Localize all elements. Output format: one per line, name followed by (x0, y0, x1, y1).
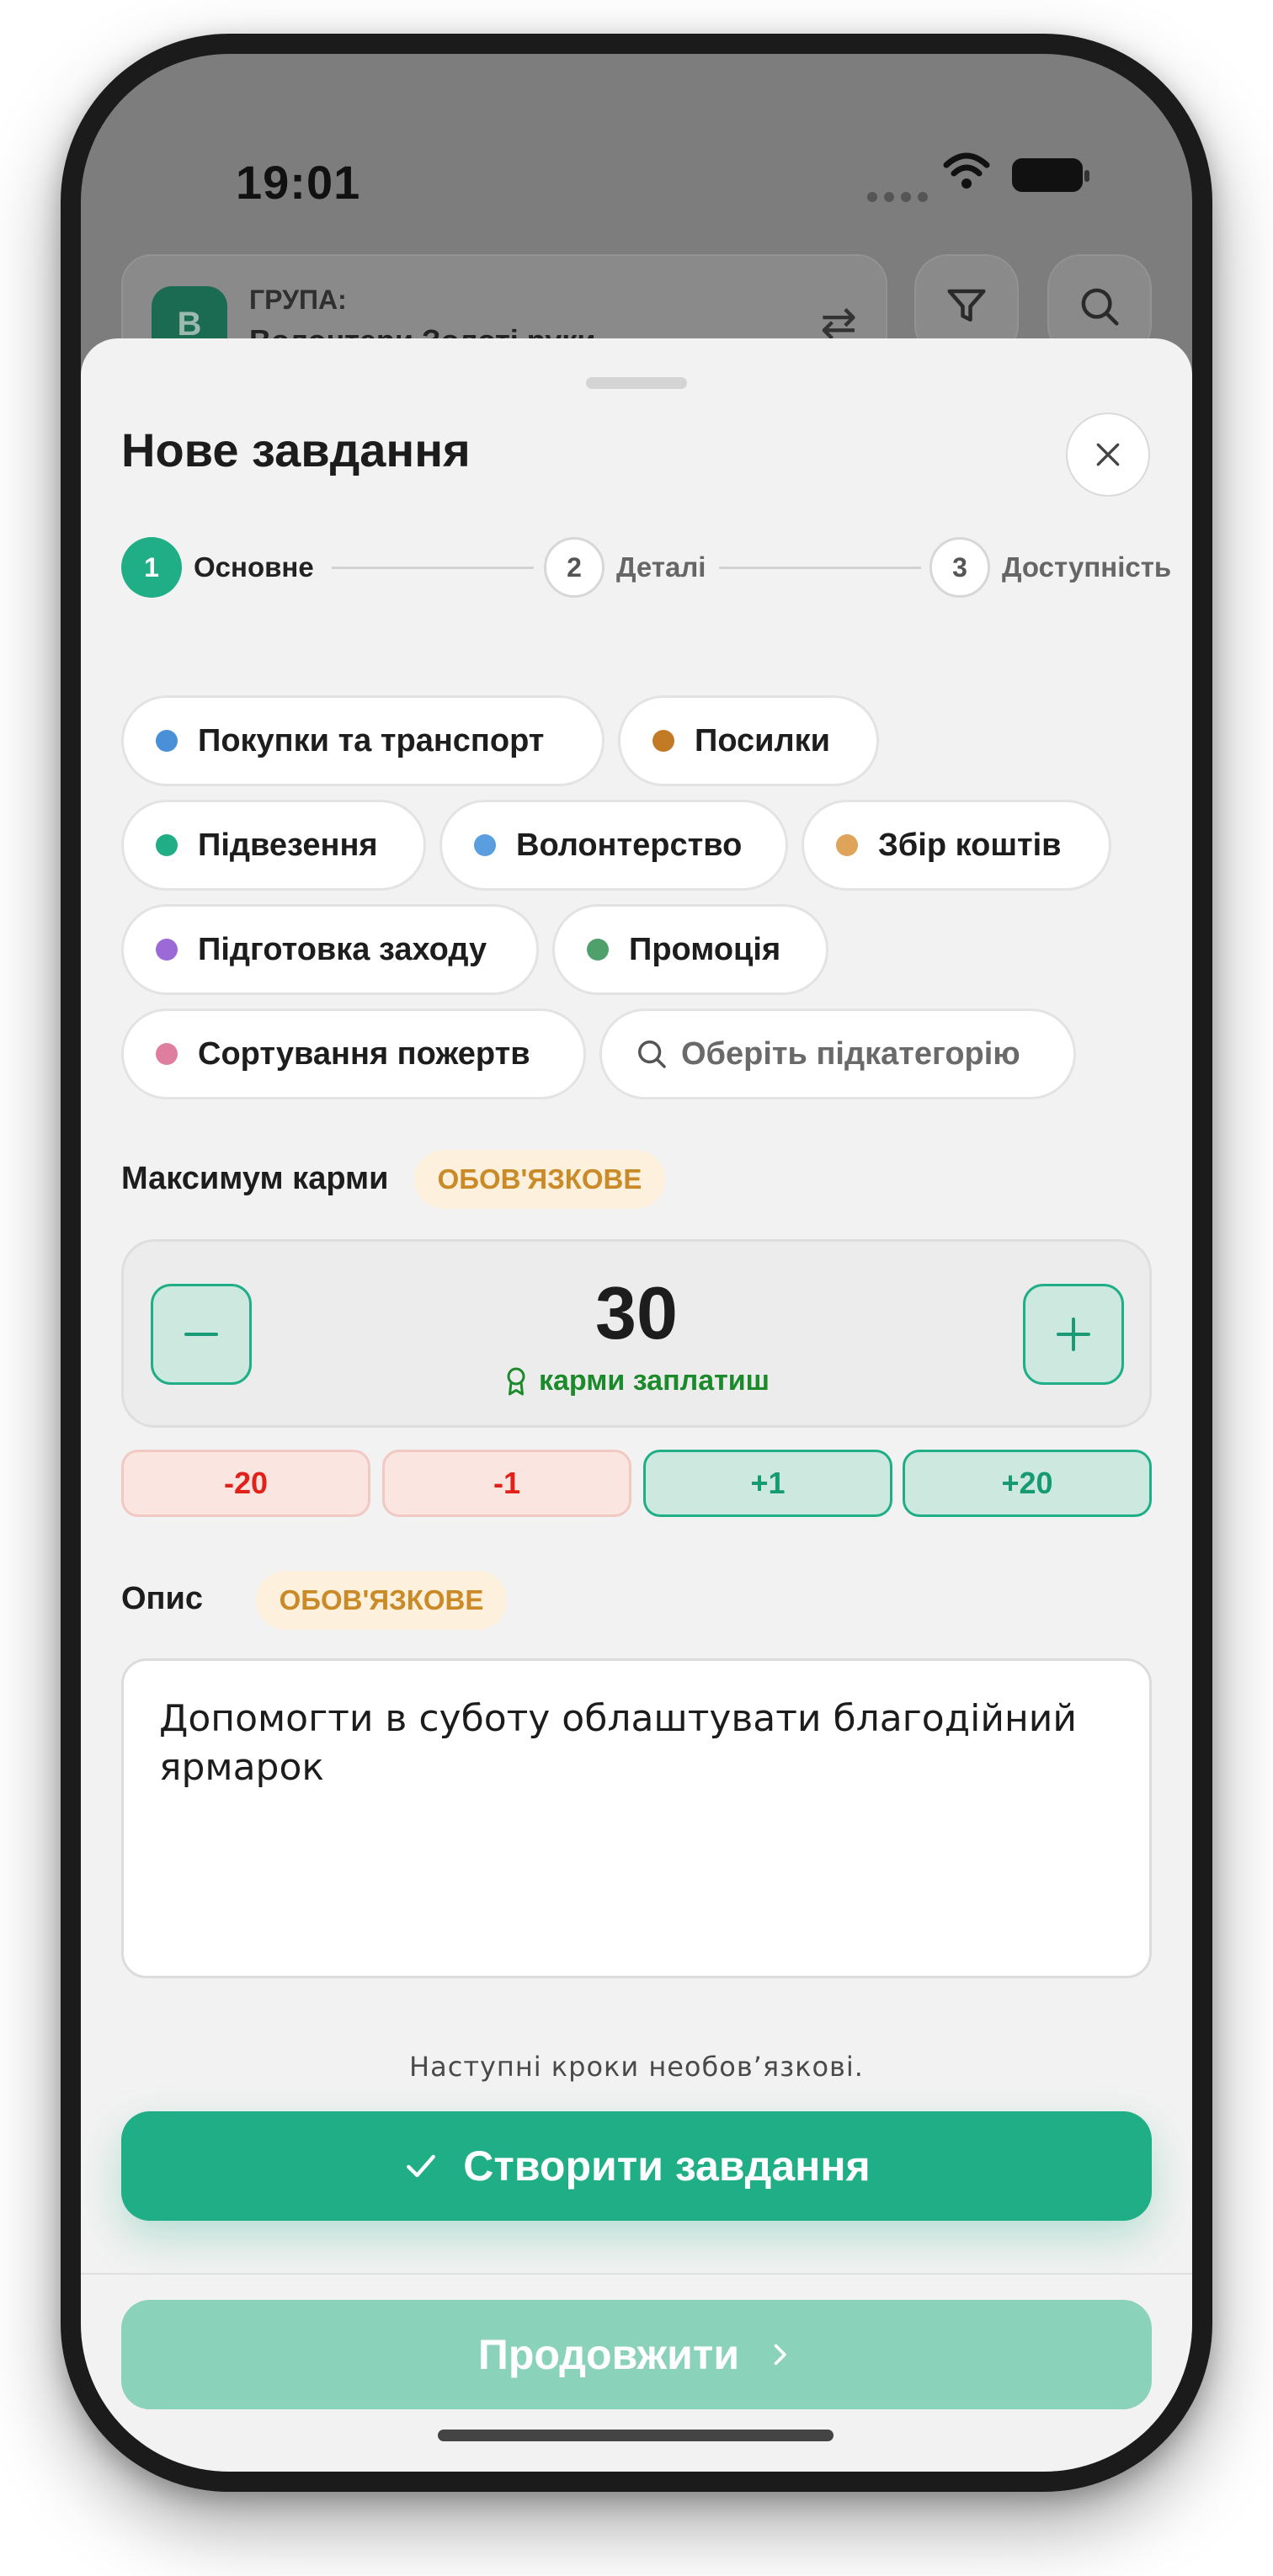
search-icon (638, 1041, 666, 1068)
screen: 19:01 В ГРУПА: Волонтери Золоті руки ⇄ Н… (81, 54, 1192, 2472)
status-time: 19:01 (236, 156, 361, 209)
step-accessibility[interactable]: 3 Доступність (929, 537, 1171, 598)
step-label: Доступність (1002, 551, 1172, 583)
category-chip-shopping[interactable]: Покупки та транспорт (121, 695, 605, 786)
description-label: Опис (121, 1581, 204, 1616)
category-chip-parcels[interactable]: Посилки (618, 695, 879, 786)
subcategory-search-chip[interactable]: Оберіть підкатегорію (599, 1009, 1076, 1099)
sheet-title: Нове завдання (121, 423, 471, 476)
step-label: Основне (194, 551, 314, 583)
chip-label: Підготовка заходу (198, 931, 487, 967)
footer-divider (81, 2273, 1192, 2275)
category-chip-volunteering[interactable]: Волонтерство (439, 800, 788, 891)
search-icon (1081, 288, 1119, 326)
step-number: 2 (544, 537, 605, 598)
karma-caption: карми заплатиш (124, 1365, 1149, 1397)
karma-label: Максимум карми (121, 1161, 389, 1196)
karma-increment-button[interactable] (1023, 1284, 1124, 1385)
description-textarea[interactable]: Допомогти в суботу облаштувати благодійн… (121, 1658, 1152, 1978)
karma-plus-1-button[interactable]: +1 (643, 1450, 892, 1517)
award-icon (507, 1367, 525, 1395)
plus-icon (1057, 1317, 1090, 1351)
chip-label: Сортування пожертв (198, 1035, 530, 1072)
filter-icon (947, 289, 986, 322)
step-indicator: 1 Основне 2 Деталі 3 Доступність (121, 537, 1171, 601)
step-label: Деталі (616, 551, 706, 583)
category-dot (156, 730, 178, 752)
continue-button[interactable]: Продовжити (121, 2300, 1152, 2409)
step-details[interactable]: 2 Деталі (544, 537, 706, 598)
chip-label: Підвезення (198, 827, 378, 863)
wifi-icon (943, 152, 990, 189)
description-required-badge: ОБОВ'ЯЗКОВЕ (256, 1571, 507, 1630)
category-chip-rides[interactable]: Підвезення (121, 800, 426, 891)
continue-label: Продовжити (477, 2331, 740, 2378)
karma-minus-1-button[interactable]: -1 (382, 1450, 631, 1517)
karma-caption-text: карми заплатиш (538, 1365, 770, 1397)
category-dot (836, 834, 858, 856)
step-connector (332, 567, 534, 569)
step-number: 3 (929, 537, 990, 598)
karma-value: 30 (595, 1271, 678, 1355)
category-dot (474, 834, 496, 856)
chip-label: Волонтерство (516, 827, 743, 863)
create-task-button[interactable]: Створити завдання (121, 2111, 1152, 2221)
karma-stepper: 30 карми заплатиш (121, 1239, 1152, 1428)
karma-required-badge: ОБОВ'ЯЗКОВЕ (414, 1150, 665, 1209)
optional-steps-hint: Наступні кроки необов’язкові. (409, 2051, 864, 2083)
category-chip-fundraising[interactable]: Збір коштів (802, 800, 1111, 891)
chip-label: Промоція (629, 931, 781, 967)
cellular-signal-icon (867, 192, 928, 202)
category-dot (652, 730, 674, 752)
category-chip-promotion[interactable]: Промоція (552, 904, 828, 995)
close-button[interactable] (1066, 412, 1150, 497)
chip-label: Збір коштів (878, 827, 1062, 863)
checkmark-icon (407, 2154, 436, 2178)
group-label: ГРУПА: (249, 285, 347, 315)
category-chip-donation-sorting[interactable]: Сортування пожертв (121, 1009, 586, 1099)
battery-icon (1012, 158, 1089, 192)
create-task-label: Створити завдання (463, 2142, 871, 2190)
home-indicator (438, 2430, 834, 2441)
close-icon (1096, 443, 1120, 466)
step-connector (719, 567, 921, 569)
chip-label: Посилки (695, 722, 831, 758)
step-number: 1 (121, 537, 182, 598)
sheet-grabber[interactable] (586, 377, 687, 389)
chip-label: Покупки та транспорт (198, 722, 545, 758)
category-dot (587, 939, 609, 961)
category-dot (156, 939, 178, 961)
category-chip-event-prep[interactable]: Підготовка заходу (121, 904, 539, 995)
category-dot (156, 834, 178, 856)
subcategory-search-label: Оберіть підкатегорію (681, 1035, 1020, 1072)
step-basic[interactable]: 1 Основне (121, 537, 314, 598)
category-dot (156, 1043, 178, 1065)
new-task-sheet: Нове завдання 1 Основне 2 Деталі 3 Досту… (81, 338, 1192, 2472)
karma-plus-20-button[interactable]: +20 (903, 1450, 1152, 1517)
chevron-right-icon (774, 2344, 786, 2366)
karma-minus-20-button[interactable]: -20 (121, 1450, 370, 1517)
